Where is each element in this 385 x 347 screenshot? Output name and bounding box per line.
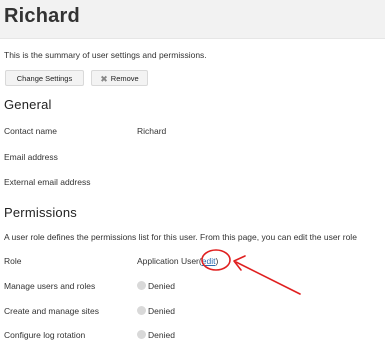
contact-name-value: Richard bbox=[137, 126, 167, 136]
permissions-description: A user role defines the permissions list… bbox=[4, 232, 357, 242]
status-text: Denied bbox=[148, 306, 175, 316]
page-header: Richard bbox=[0, 0, 385, 39]
role-label: Role bbox=[4, 256, 22, 266]
close-icon: ✖ bbox=[100, 74, 108, 84]
perm-row-status-users: Denied bbox=[137, 281, 175, 291]
perm-row-label-sites: Create and manage sites bbox=[4, 306, 99, 316]
page-summary: This is the summary of user settings and… bbox=[4, 50, 207, 60]
role-name: Application User bbox=[137, 256, 199, 266]
perm-row-status-sites: Denied bbox=[137, 306, 175, 316]
perm-row-label-log: Configure log rotation bbox=[4, 330, 86, 340]
permissions-section-title: Permissions bbox=[4, 205, 77, 220]
remove-button[interactable]: ✖ Remove bbox=[91, 70, 148, 86]
annotation-arrow-shaft bbox=[235, 261, 301, 295]
remove-button-label: Remove bbox=[110, 74, 139, 83]
page-title: Richard bbox=[4, 5, 80, 27]
edit-paren-close: ) bbox=[215, 256, 219, 266]
edit-role-link[interactable]: edit bbox=[202, 256, 216, 266]
general-section-title: General bbox=[4, 97, 52, 112]
status-dot-icon bbox=[137, 330, 146, 339]
perm-row-status-log: Denied bbox=[137, 330, 175, 340]
email-address-label: Email address bbox=[4, 152, 58, 162]
contact-name-label: Contact name bbox=[4, 126, 57, 136]
status-dot-icon bbox=[137, 306, 146, 315]
external-email-label: External email address bbox=[4, 177, 91, 187]
change-settings-button[interactable]: Change Settings bbox=[5, 70, 84, 86]
annotation-arrow-head bbox=[233, 255, 246, 271]
status-text: Denied bbox=[148, 281, 175, 291]
role-value: Application User(edit) bbox=[137, 256, 218, 266]
perm-row-label-users: Manage users and roles bbox=[4, 281, 96, 291]
status-dot-icon bbox=[137, 281, 146, 290]
status-text: Denied bbox=[148, 330, 175, 340]
